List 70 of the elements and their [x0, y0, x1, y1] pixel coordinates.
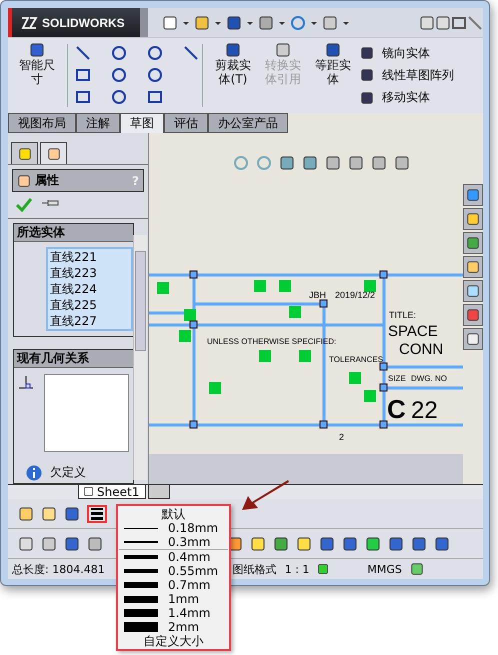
total-length-text: 总长度: 1804.481	[12, 562, 105, 576]
sheet-label: C	[387, 394, 406, 424]
menu-item[interactable]: 0.3mm	[118, 535, 229, 549]
checkmark-icon[interactable]	[16, 198, 32, 212]
sheet-label: JBH	[309, 290, 326, 300]
add-sheet-tab[interactable]	[148, 485, 170, 499]
circle-icon[interactable]	[111, 45, 127, 61]
menu-item[interactable]: 0.18mm	[118, 521, 229, 535]
ribbon-list-command[interactable]: 移动实体	[360, 89, 454, 106]
sheet-tab[interactable]: Sheet1	[78, 485, 146, 499]
entity-list[interactable]: 直线221 直线223 直线224 直线225 直线227	[46, 247, 133, 331]
feature-tree-tab[interactable]	[11, 142, 38, 164]
menu-item[interactable]: 0.55mm	[118, 564, 229, 578]
line-icon[interactable]	[75, 45, 91, 61]
ribbon-list-command[interactable]: 线性草图阵列	[360, 66, 454, 84]
entity-item[interactable]: 直线225	[50, 297, 129, 313]
ribbon-command-button[interactable]: 剪裁实体(T)	[210, 42, 256, 109]
logo-mark-icon	[20, 16, 38, 30]
task-pane-button[interactable]	[463, 328, 483, 350]
sheet-label: DWG. NO	[411, 374, 447, 383]
line-thickness-button[interactable]	[87, 504, 107, 522]
task-pane-button[interactable]	[463, 280, 483, 302]
entity-item[interactable]: 直线227	[50, 313, 129, 329]
menu-item[interactable]: 2mm	[118, 620, 229, 634]
entity-item[interactable]: 直线221	[50, 249, 129, 265]
menu-item[interactable]: 1mm	[118, 592, 229, 606]
menu-item[interactable]: 0.7mm	[118, 578, 229, 592]
maximize-icon[interactable]	[451, 14, 467, 30]
sheet-label: SIZE	[388, 374, 406, 383]
ribbon-tab[interactable]: 视图布局	[8, 113, 76, 133]
ribbon-tab[interactable]: 草图	[120, 113, 164, 133]
task-pane-button[interactable]	[463, 232, 483, 254]
panel-title: 属性	[35, 172, 59, 189]
section-title: 现有几何关系	[14, 350, 133, 368]
relations-list[interactable]	[44, 374, 129, 452]
info-icon	[26, 464, 42, 480]
menu-item[interactable]: 0.4mm	[118, 550, 229, 564]
property-tab[interactable]	[40, 142, 67, 164]
edit-mode-text: 图纸格式	[232, 562, 277, 576]
ribbon-tab[interactable]: 注解	[76, 113, 120, 133]
sheet-label: SPACE	[388, 323, 438, 340]
ribbon-tab[interactable]: 评估	[164, 113, 208, 133]
pushpin-icon[interactable]	[42, 198, 60, 208]
smart-dimension-button[interactable]: 智能尺寸	[14, 42, 60, 109]
pointer-arrow-icon	[240, 478, 290, 512]
entity-item[interactable]: 直线223	[50, 265, 129, 281]
app-logo: SOLIDWORKS	[8, 8, 140, 37]
ribbon-list-command[interactable]: 镜向实体	[360, 44, 454, 62]
menu-item[interactable]: 自定义大小	[118, 634, 229, 648]
menu-item[interactable]: 1.4mm	[118, 606, 229, 620]
perpendicular-icon	[18, 374, 34, 390]
units-text[interactable]: MMGS	[367, 562, 402, 576]
entity-item[interactable]: 直线224	[50, 281, 129, 297]
ribbon-command-button[interactable]: 等距实体	[310, 42, 356, 109]
sheet-label: 2	[339, 432, 344, 442]
scale-text: 1 : 1	[284, 562, 310, 576]
sheet-label: 22	[411, 397, 438, 424]
ribbon-tab[interactable]: 办公室产品	[208, 113, 288, 133]
task-pane-button[interactable]	[463, 304, 483, 326]
status-text: 欠定义	[50, 464, 86, 481]
rectangle-icon[interactable]	[75, 67, 91, 83]
sheet-label: 2019/12/2	[335, 290, 376, 300]
scrollbar[interactable]	[133, 235, 147, 480]
sheet-label: TITLE:	[389, 310, 416, 320]
sheet-label: CONN	[399, 341, 444, 358]
section-title: 所选实体	[14, 224, 133, 242]
task-pane-button[interactable]	[463, 256, 483, 278]
task-pane-button[interactable]	[463, 208, 483, 230]
menu-item[interactable]: 默认	[118, 507, 229, 521]
task-pane-button[interactable]	[463, 184, 483, 206]
